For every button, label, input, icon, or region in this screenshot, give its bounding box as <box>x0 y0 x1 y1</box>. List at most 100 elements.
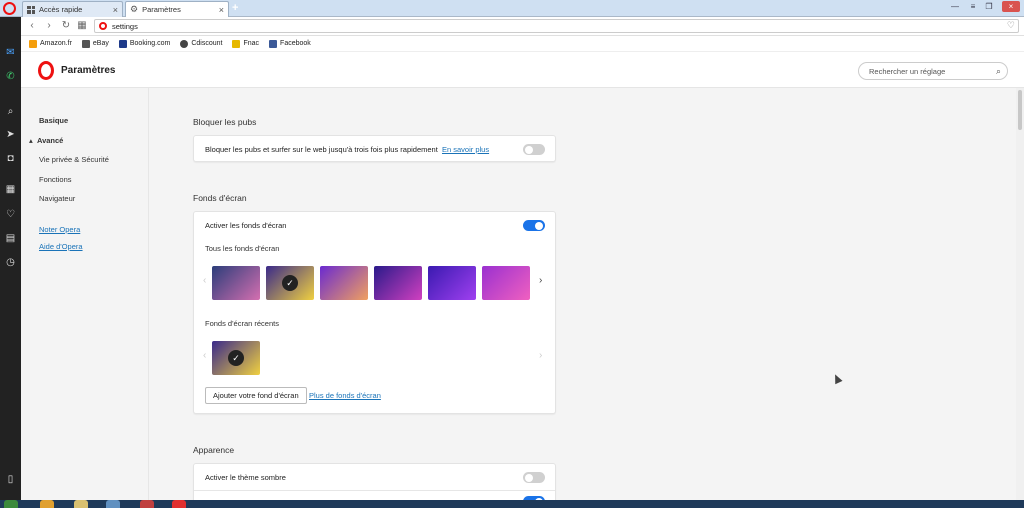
bookmark-facebook[interactable]: Facebook <box>269 39 311 48</box>
back-icon[interactable]: ‹ <box>26 20 38 32</box>
menu-advanced[interactable]: ▴ Avancé <box>29 136 63 145</box>
wallpaper-thumbnail[interactable] <box>374 266 422 300</box>
history-icon[interactable]: ◷ <box>4 256 17 269</box>
wallpaper-thumbnail[interactable] <box>320 266 368 300</box>
whatsapp-icon[interactable]: ✆ <box>4 70 17 83</box>
appearance-card: Activer le thème sombre <box>193 463 556 507</box>
navigation-bar: ‹ › ↻ ▦ settings ♡ <box>21 17 1024 36</box>
bookmark-amazon[interactable]: Amazon.fr <box>29 39 72 48</box>
link-opera-help[interactable]: Aide d'Opera <box>39 242 83 251</box>
wallpapers-card: Activer les fonds d'écran Tous les fonds… <box>193 211 556 414</box>
facebook-icon <box>269 39 278 48</box>
menu-basic[interactable]: Basique <box>39 116 68 125</box>
settings-search-input[interactable]: Rechercher un réglage ⌕ <box>858 62 1008 80</box>
section-title-wallpapers: Fonds d'écran <box>193 193 247 203</box>
new-tab-button[interactable]: + <box>232 2 238 14</box>
wallpaper-thumbnail[interactable]: ✓ <box>266 266 314 300</box>
bookmark-booking[interactable]: Booking.com <box>118 39 170 48</box>
tab-grid-icon[interactable]: ▦ <box>76 20 88 32</box>
check-icon: ✓ <box>228 350 244 366</box>
opera-menu-icon[interactable] <box>3 2 16 15</box>
more-wallpapers-link[interactable]: Plus de fonds d'écran <box>309 391 381 400</box>
all-wallpapers-label: Tous les fonds d'écran <box>205 244 280 253</box>
recent-wallpapers-label: Fonds d'écran récents <box>205 319 279 328</box>
gear-icon: ⚙ <box>130 4 139 14</box>
divider <box>194 490 555 491</box>
settings-header: Paramètres Rechercher un réglage ⌕ <box>21 53 1024 88</box>
add-wallpaper-button[interactable]: Ajouter votre fond d'écran <box>205 387 307 404</box>
search-icon[interactable]: ⌕ <box>4 105 17 118</box>
chevron-right-icon[interactable]: › <box>539 350 542 361</box>
menu-browser[interactable]: Navigateur <box>39 194 75 203</box>
heart-icon[interactable]: ♡ <box>4 208 17 221</box>
messenger-icon[interactable]: ✉ <box>4 46 17 59</box>
restore-icon[interactable]: ❐ <box>982 1 996 12</box>
settings-menu: Basique ▴ Avancé Vie privée & Sécurité F… <box>21 88 149 500</box>
news-icon[interactable]: ▤ <box>4 232 17 245</box>
chevron-left-icon[interactable]: ‹ <box>203 350 206 361</box>
folder-icon[interactable] <box>74 500 88 508</box>
minimize-icon[interactable]: — <box>948 1 962 12</box>
camera-icon[interactable]: ◘ <box>4 152 17 165</box>
scrollbar[interactable] <box>1016 88 1024 500</box>
ads-card: Bloquer les pubs et surfer sur le web ju… <box>193 135 556 162</box>
menu-features[interactable]: Fonctions <box>39 175 72 184</box>
os-taskbar <box>0 500 1024 508</box>
opera-taskbar-icon[interactable] <box>172 500 186 508</box>
grid-icon <box>27 5 35 14</box>
tab-label: Accès rapide <box>39 5 83 14</box>
menu-privacy[interactable]: Vie privée & Sécurité <box>39 155 109 164</box>
app-icon[interactable] <box>106 500 120 508</box>
chrome-icon[interactable] <box>40 500 54 508</box>
learn-more-link[interactable]: En savoir plus <box>442 145 489 154</box>
booking-icon <box>118 39 127 48</box>
speed-dial-icon[interactable]: ▦ <box>4 183 17 196</box>
fnac-icon <box>232 39 241 48</box>
send-icon[interactable]: ➤ <box>4 128 17 141</box>
bookmark-cdiscount[interactable]: Cdiscount <box>180 39 222 48</box>
cdiscount-icon <box>180 39 189 48</box>
enable-wallpapers-label: Activer les fonds d'écran <box>205 221 287 230</box>
search-icon[interactable]: ⌕ <box>996 66 1001 77</box>
address-bar[interactable]: settings ♡ <box>94 19 1019 33</box>
tab-speed-dial[interactable]: Accès rapide × <box>22 1 123 17</box>
scrollbar-thumb[interactable] <box>1018 90 1022 130</box>
section-title-ads: Bloquer les pubs <box>193 117 257 127</box>
sidebar: ✉ ✆ ⌕ ➤ ◘ ▦ ♡ ▤ ◷ ▯ <box>0 17 21 500</box>
mouse-cursor-icon <box>831 372 843 385</box>
wallpaper-thumbnail[interactable]: ✓ <box>212 341 260 375</box>
link-rate-opera[interactable]: Noter Opera <box>39 225 80 234</box>
forward-icon[interactable]: › <box>43 20 55 32</box>
wallpaper-thumbnail[interactable] <box>212 266 260 300</box>
section-title-appearance: Apparence <box>193 445 235 455</box>
chevron-left-icon[interactable]: ‹ <box>203 275 206 286</box>
ebay-icon <box>81 39 90 48</box>
ads-row: Bloquer les pubs et surfer sur le web ju… <box>205 145 490 154</box>
dark-theme-label: Activer le thème sombre <box>205 473 286 482</box>
reload-icon[interactable]: ↻ <box>60 20 72 32</box>
dark-theme-toggle[interactable] <box>523 472 545 483</box>
wallpaper-thumbnail[interactable] <box>428 266 476 300</box>
bookmark-heart-icon[interactable]: ♡ <box>1007 20 1015 31</box>
settings-main: Bloquer les pubs Bloquer les pubs et sur… <box>149 88 1024 507</box>
address-value: settings <box>112 21 138 31</box>
close-window-icon[interactable]: × <box>1002 1 1020 12</box>
wallpapers-toggle[interactable] <box>523 220 545 231</box>
close-icon[interactable]: × <box>219 5 224 15</box>
bookmarks-bar: Amazon.fr eBay Booking.com Cdiscount Fna… <box>21 36 1024 52</box>
start-icon[interactable] <box>4 500 18 508</box>
close-icon[interactable]: × <box>113 5 118 15</box>
page-title: Paramètres <box>61 65 116 76</box>
chevron-right-icon[interactable]: › <box>539 275 542 286</box>
bookmark-ebay[interactable]: eBay <box>81 39 109 48</box>
app-icon[interactable] <box>140 500 154 508</box>
chevron-up-icon: ▴ <box>29 136 33 145</box>
bookmark-fnac[interactable]: Fnac <box>232 39 259 48</box>
ads-toggle[interactable] <box>523 144 545 155</box>
tab-bar: Accès rapide × ⚙ Paramètres × + — ≡ ❐ × <box>0 0 1024 17</box>
amazon-icon <box>29 39 37 48</box>
sidebar-toggle-icon[interactable]: ▯ <box>4 473 17 486</box>
easy-setup-icon[interactable]: ≡ <box>966 1 980 12</box>
tab-settings[interactable]: ⚙ Paramètres × <box>125 1 229 17</box>
wallpaper-thumbnail[interactable] <box>482 266 530 300</box>
